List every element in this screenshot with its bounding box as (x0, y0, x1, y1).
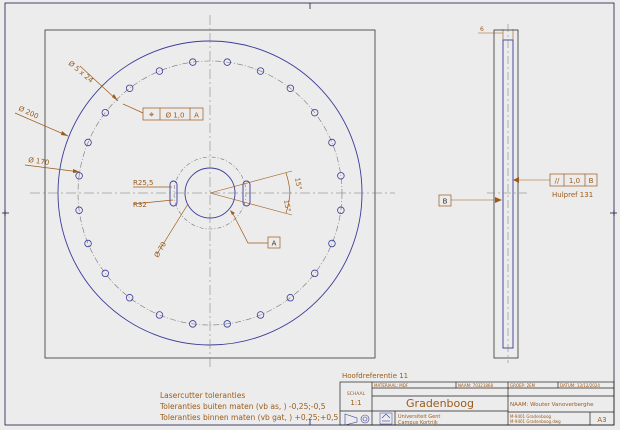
position-symbol: ⌖ (149, 111, 154, 121)
reference-label: Hoofdreferentie 11 (342, 372, 408, 380)
notes-line1: Toleranties buiten maten (vb as, ) -0,25… (159, 402, 326, 411)
schaal-value: 1:1 (350, 399, 361, 407)
naam-nr: NAAM: 70321868 (458, 383, 493, 388)
notes-line2: Toleranties binnen maten (vb gat, ) +0,2… (159, 413, 338, 422)
naam-full: NAAM: Wouter Vanoverberghe (510, 402, 594, 408)
drawing-title: Gradenboog (406, 397, 474, 410)
schaal-label: SCHAAL (347, 391, 366, 397)
sheet-size: A3 (597, 416, 606, 424)
dim-r32: R32 (133, 201, 147, 209)
svg-text://: // (555, 177, 560, 185)
dim-thickness: 6 (480, 26, 484, 33)
campus: Campus Kortrijk (398, 420, 438, 426)
datum: DATUM: 13/12/2024 (560, 383, 600, 388)
datum-b: B (443, 198, 448, 206)
svg-text:B: B (589, 177, 594, 185)
svg-text:1,0: 1,0 (569, 177, 580, 185)
dim-r255: R25,5 (133, 179, 153, 187)
file2: M-9401 Gradenboog.dwg (510, 419, 561, 424)
svg-text:A: A (272, 240, 277, 248)
position-value: Ø 1,0 (166, 112, 185, 120)
materiaal: MATERIAAL: MDF (374, 383, 409, 388)
side-note: Hulpref 131 (552, 191, 593, 199)
groep: GROEP: 2EM (510, 383, 536, 388)
notes-title: Lasercutter toleranties (160, 391, 245, 400)
drawing-sheet: ⌖ Ø 1,0 A A Ø 5 x 24 Ø 200 Ø 170 R25,5 R… (0, 0, 620, 430)
position-datum: A (194, 112, 199, 120)
paper (0, 0, 620, 430)
